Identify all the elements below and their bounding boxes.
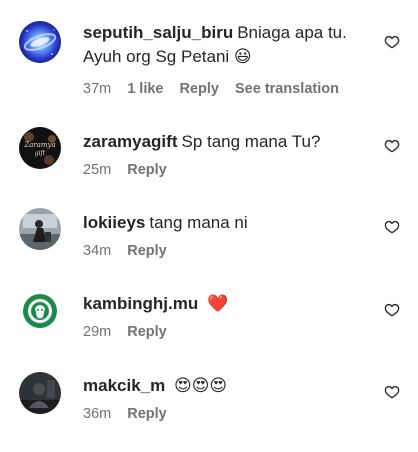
like-button[interactable]: [384, 219, 400, 235]
timestamp[interactable]: 36m: [83, 406, 111, 422]
comment-text: Sp tang mana Tu?: [181, 132, 321, 151]
comment-list: seputih_salju_biru Bniaga apa tu. Ayuh or…: [0, 0, 418, 452]
like-button[interactable]: [384, 302, 400, 318]
comment-meta: 34m Reply: [83, 243, 374, 259]
username-link[interactable]: lokiieys: [83, 213, 145, 232]
reply-button[interactable]: Reply: [127, 162, 167, 178]
timestamp[interactable]: 34m: [83, 243, 111, 259]
comment-meta: 37m 1 like Reply See translation: [83, 81, 374, 97]
comment-meta: 36m Reply: [83, 406, 374, 422]
heart-outline-icon: [384, 35, 400, 49]
like-button[interactable]: [384, 138, 400, 154]
see-translation-button[interactable]: See translation: [235, 81, 339, 97]
reply-button[interactable]: Reply: [127, 243, 167, 259]
username-link[interactable]: kambinghj.mu: [83, 294, 198, 313]
heart-outline-icon: [384, 139, 400, 153]
reply-button[interactable]: Reply: [127, 406, 167, 422]
comment-meta: 29m Reply: [83, 324, 374, 340]
comment-body: makcik_m 😍😍😍 36m Reply: [83, 374, 374, 422]
like-button[interactable]: [384, 34, 400, 50]
avatar[interactable]: [19, 372, 61, 414]
avatar[interactable]: [19, 21, 61, 63]
comment-text-line: makcik_m 😍😍😍: [83, 374, 374, 398]
likes-count[interactable]: 1 like: [127, 81, 163, 97]
timestamp[interactable]: 37m: [83, 81, 111, 97]
comment-text-line: seputih_salju_biru Bniaga apa tu. Ayuh or…: [83, 21, 374, 69]
reply-button[interactable]: Reply: [180, 81, 220, 97]
emoji: 😃: [233, 47, 252, 67]
avatar[interactable]: Zaramya gift: [19, 127, 61, 169]
timestamp[interactable]: 29m: [83, 324, 111, 340]
comment-body: kambinghj.mu ❤️ 29m Reply: [83, 292, 374, 340]
comment-body: lokiieys tang mana ni 34m Reply: [83, 211, 374, 259]
heart-outline-icon: [384, 385, 400, 399]
avatar[interactable]: [19, 208, 61, 250]
username-link[interactable]: zaramyagift: [83, 132, 177, 151]
svg-text:Zaramya: Zaramya: [23, 141, 55, 149]
username-link[interactable]: makcik_m: [83, 376, 165, 395]
heart-outline-icon: [384, 303, 400, 317]
comment-body: seputih_salju_biru Bniaga apa tu. Ayuh or…: [83, 21, 374, 97]
comment-body: zaramyagift Sp tang mana Tu? 25m Reply: [83, 130, 374, 178]
comment-text: tang mana ni: [149, 213, 248, 232]
reply-button[interactable]: Reply: [127, 324, 167, 340]
comment-text-line: kambinghj.mu ❤️: [83, 292, 374, 316]
avatar[interactable]: [19, 290, 61, 332]
heart-eyes-emoji: 😍😍😍: [173, 376, 228, 396]
like-button[interactable]: [384, 384, 400, 400]
comment-meta: 25m Reply: [83, 162, 374, 178]
username-link[interactable]: seputih_salju_biru: [83, 23, 233, 42]
comment-text-line: lokiieys tang mana ni: [83, 211, 374, 235]
svg-text:gift: gift: [35, 150, 46, 157]
heart-emoji: ❤️: [206, 294, 229, 314]
heart-outline-icon: [384, 220, 400, 234]
comment-text-line: zaramyagift Sp tang mana Tu?: [83, 130, 374, 154]
timestamp[interactable]: 25m: [83, 162, 111, 178]
